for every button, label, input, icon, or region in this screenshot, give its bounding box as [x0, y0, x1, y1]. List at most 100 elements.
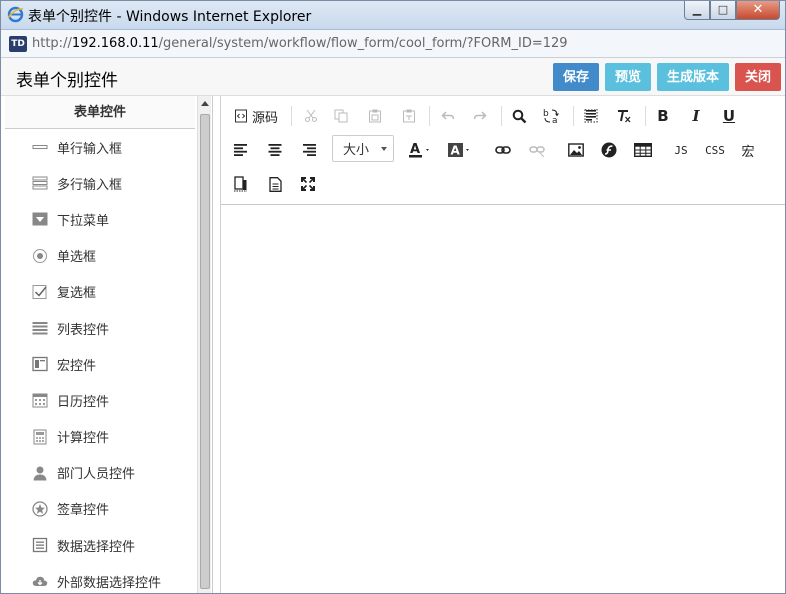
sidebar-item-radio[interactable]: 单选框 — [5, 238, 195, 274]
image-button[interactable] — [566, 137, 586, 163]
scroll-up-arrow-icon[interactable] — [201, 101, 209, 106]
preview-button[interactable]: 预览 — [604, 63, 651, 91]
generate-version-button[interactable]: 生成版本 — [656, 63, 729, 91]
italic-icon: I — [692, 107, 700, 125]
replace-button[interactable]: ba — [541, 103, 563, 129]
cut-button[interactable] — [301, 103, 321, 129]
save-button[interactable]: 保存 — [552, 63, 599, 91]
sidebar-item-label: 单行输入框 — [57, 141, 123, 157]
text-color-button[interactable]: A — [407, 137, 435, 163]
sidebar-item-calculator[interactable]: 计算控件 — [5, 419, 195, 455]
url-path: /general/system/workflow/flow_form/cool_… — [158, 36, 568, 51]
redo-icon — [473, 111, 487, 120]
background-color-button[interactable]: A — [447, 137, 475, 163]
minimize-button[interactable]: ▁ — [684, 0, 710, 20]
source-button[interactable]: 源码 — [233, 103, 279, 129]
sidebar-item-macro[interactable]: 宏控件 — [5, 346, 195, 382]
sidebar-item-external-data-select[interactable]: 外部数据选择控件 — [5, 563, 195, 594]
sidebar-item-single-line-input[interactable]: 单行输入框 — [5, 129, 195, 165]
sidebar-item-list[interactable]: 列表控件 — [5, 310, 195, 346]
checkbox-icon — [32, 284, 48, 300]
header-buttons: 保存 预览 生成版本 关闭 — [552, 63, 781, 91]
sidebar-item-multi-line-input[interactable]: 多行输入框 — [5, 165, 195, 201]
italic-button[interactable]: I — [686, 103, 706, 129]
align-left-button[interactable] — [231, 137, 251, 163]
sidebar-scrollbar[interactable] — [197, 96, 211, 594]
redo-button[interactable] — [470, 103, 490, 129]
close-button[interactable]: 关闭 — [734, 63, 781, 91]
editor-content-area[interactable] — [221, 205, 786, 594]
macro-label: 宏 — [741, 144, 755, 160]
remove-format-icon — [618, 110, 631, 123]
font-size-select[interactable]: 大小 — [332, 135, 394, 162]
svg-text:a: a — [552, 116, 558, 124]
paste-text-button[interactable] — [399, 103, 419, 129]
panel-splitter[interactable] — [213, 96, 221, 594]
sidebar-item-checkbox[interactable]: 复选框 — [5, 274, 195, 310]
sidebar-item-label: 宏控件 — [57, 358, 97, 374]
sidebar-item-dropdown[interactable]: 下拉菜单 — [5, 201, 195, 237]
sidebar-items: 单行输入框 多行输入框 下拉菜单 单选框 复选框 列表控件 宏控件 日历控件 计… — [5, 129, 195, 594]
sidebar-item-data-select[interactable]: 数据选择控件 — [5, 527, 195, 563]
undo-button[interactable] — [438, 103, 458, 129]
find-button[interactable] — [509, 103, 529, 129]
js-button[interactable]: JS — [670, 137, 692, 163]
source-icon — [234, 109, 247, 123]
data-select-icon — [32, 537, 48, 553]
controls-sidebar: 表单控件 单行输入框 多行输入框 下拉菜单 单选框 复选框 列表控件 宏控件 日… — [5, 96, 213, 594]
dropdown-icon — [32, 211, 48, 227]
paste-button[interactable] — [365, 103, 385, 129]
flash-button[interactable] — [599, 137, 619, 163]
document-button[interactable] — [265, 171, 285, 197]
sidebar-item-label: 日历控件 — [57, 394, 110, 410]
single-line-input-icon — [32, 139, 48, 155]
fullscreen-button[interactable] — [298, 171, 318, 197]
macro-button[interactable]: 宏 — [737, 137, 759, 163]
remove-format-button[interactable] — [614, 103, 634, 129]
cut-icon — [305, 109, 317, 122]
bold-button[interactable]: B — [653, 103, 673, 129]
link-button[interactable] — [493, 137, 513, 163]
window-title-bar: 表单个别控件 - Windows Internet Explorer ▁ □ ✕ — [0, 0, 786, 30]
sidebar-item-seal[interactable]: 签章控件 — [5, 491, 195, 527]
text-color-icon: A — [409, 142, 429, 158]
sidebar-item-label: 单选框 — [57, 250, 97, 266]
underline-button[interactable]: U — [719, 103, 739, 129]
sidebar-item-label: 外部数据选择控件 — [57, 575, 162, 591]
sidebar-item-label: 列表控件 — [57, 322, 110, 338]
table-button[interactable] — [632, 137, 654, 163]
align-center-button[interactable] — [265, 137, 285, 163]
font-size-label: 大小 — [343, 143, 370, 158]
select-all-button[interactable] — [581, 103, 601, 129]
align-right-button[interactable] — [299, 137, 319, 163]
toolbar-divider — [573, 106, 574, 126]
list-icon — [32, 320, 48, 336]
flash-icon — [601, 142, 617, 158]
svg-text:A: A — [410, 142, 420, 157]
copy-button[interactable] — [331, 103, 351, 129]
align-center-icon — [268, 144, 282, 156]
fullscreen-icon — [301, 177, 315, 191]
window-close-button[interactable]: ✕ — [736, 0, 780, 20]
cloud-icon — [32, 573, 48, 589]
css-button[interactable]: CSS — [702, 137, 728, 163]
maximize-button[interactable]: □ — [710, 0, 736, 20]
radio-icon — [32, 248, 48, 264]
sidebar-item-department-user[interactable]: 部门人员控件 — [5, 455, 195, 491]
background-color-icon: A — [448, 143, 469, 158]
td-site-icon: TD — [9, 36, 27, 52]
page-break-button[interactable] — [231, 171, 251, 197]
svg-text:b: b — [543, 109, 549, 119]
address-url[interactable]: http://192.168.0.11/general/system/workf… — [32, 36, 568, 51]
sidebar-item-calendar[interactable]: 日历控件 — [5, 382, 195, 418]
scrollbar-thumb[interactable] — [200, 114, 210, 589]
page-title: 表单个别控件 — [16, 71, 118, 91]
editor-toolbar: 源码 ba B I U 大小 A A JS CSS 宏 — [221, 96, 786, 205]
address-bar: TD http://192.168.0.11/general/system/wo… — [0, 30, 786, 58]
window-title: 表单个别控件 - Windows Internet Explorer — [28, 9, 312, 25]
url-prefix: http:// — [32, 36, 72, 51]
unlink-button[interactable] — [527, 137, 547, 163]
sidebar-item-label: 复选框 — [57, 286, 97, 302]
toolbar-divider — [645, 106, 646, 126]
user-icon — [32, 465, 48, 481]
